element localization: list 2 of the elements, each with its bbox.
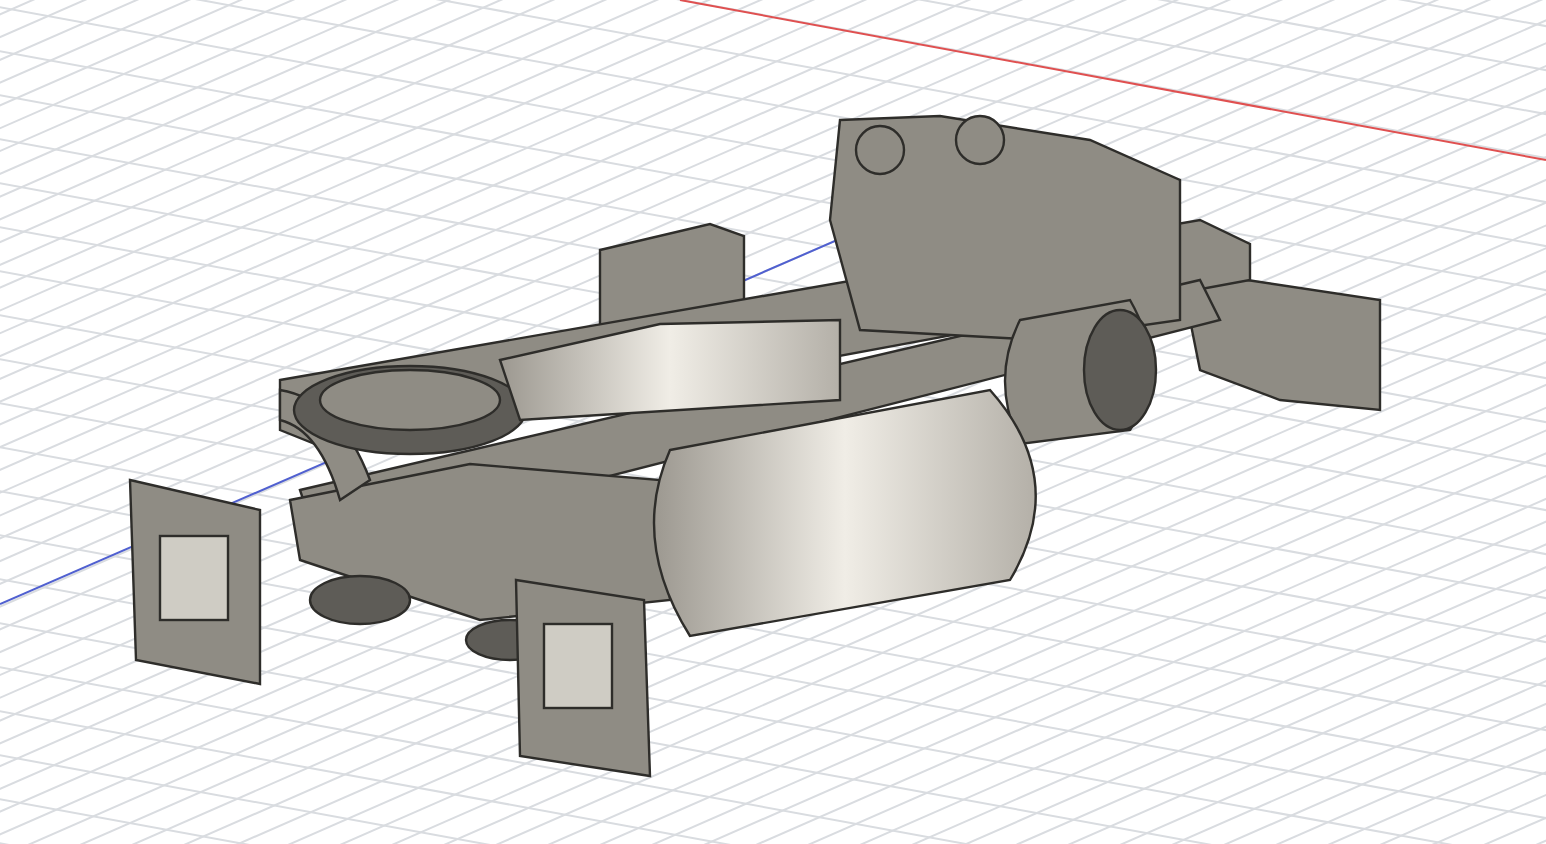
- cad-viewport[interactable]: [0, 0, 1546, 844]
- truck-chassis-drawing[interactable]: [128, 114, 1382, 778]
